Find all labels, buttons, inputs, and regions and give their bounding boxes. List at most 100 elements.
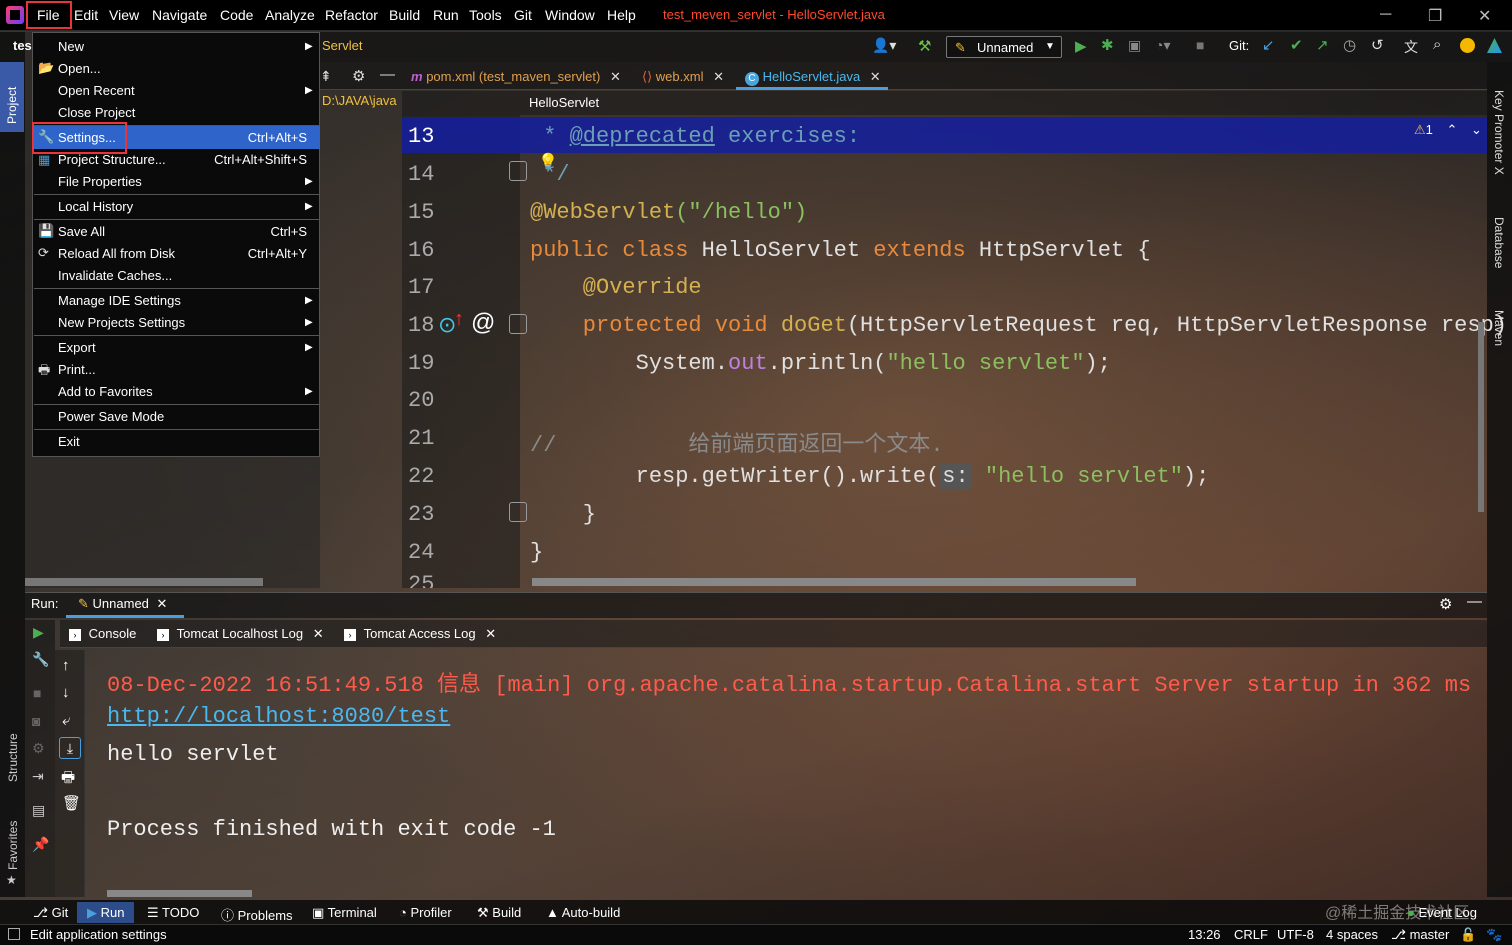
settings-icon[interactable]: ⚙	[32, 740, 45, 757]
status-line-separator[interactable]: CRLF	[1234, 927, 1268, 942]
hide-panel-icon[interactable]: —	[380, 66, 395, 83]
menu-item-save-all[interactable]: Save All	[58, 224, 105, 239]
menu-item-open[interactable]: Open...	[58, 61, 101, 76]
status-git-branch[interactable]: ⎇ master	[1391, 927, 1449, 943]
chevron-up-icon[interactable]: ⌃	[1447, 122, 1458, 137]
status-encoding[interactable]: UTF-8	[1277, 927, 1314, 942]
menu-item-exit[interactable]: Exit	[58, 434, 80, 449]
menu-tools[interactable]: Tools	[469, 7, 502, 23]
update-icon[interactable]	[1460, 38, 1475, 53]
hide-panel-icon[interactable]: —	[1467, 593, 1482, 610]
menu-navigate[interactable]: Navigate	[152, 7, 207, 23]
menu-help[interactable]: Help	[607, 7, 636, 23]
menu-refactor[interactable]: Refactor	[325, 7, 378, 23]
rerun-icon[interactable]: ▶	[33, 624, 44, 641]
console-scrollbar[interactable]	[107, 890, 252, 897]
menu-item-open-recent[interactable]: Open Recent	[58, 83, 135, 98]
trash-icon[interactable]: 🗑	[62, 794, 81, 812]
menu-item-reload[interactable]: Reload All from Disk	[58, 246, 175, 261]
profile-icon[interactable]: ◔▾	[1155, 37, 1170, 54]
menu-item-print[interactable]: Print...	[58, 362, 96, 377]
wrench-icon[interactable]: 🔧	[32, 651, 49, 668]
menu-run[interactable]: Run	[433, 7, 459, 23]
restore-button[interactable]: ❐	[1428, 6, 1442, 26]
code-line-17[interactable]: @Override	[530, 275, 702, 300]
tab-helloservlet-java[interactable]: C HelloServlet.java ✕	[745, 69, 881, 86]
code-line-13[interactable]: * @deprecated exercises:	[530, 124, 860, 149]
stop-icon[interactable]: ■	[33, 685, 41, 701]
rollback-icon[interactable]: ↺	[1371, 36, 1384, 54]
menu-item-add-to-favorites[interactable]: Add to Favorites	[58, 384, 153, 399]
scroll-up-icon[interactable]: ↑	[62, 657, 70, 674]
close-icon[interactable]: ✕	[313, 626, 324, 641]
close-icon[interactable]: ✕	[157, 596, 168, 611]
favorites-tab-label[interactable]: Favorites	[6, 821, 20, 870]
tab-tomcat-localhost-log[interactable]: › Tomcat Localhost Log ✕	[157, 626, 324, 642]
tab-tomcat-access-log[interactable]: › Tomcat Access Log ✕	[344, 626, 496, 642]
git-commit-icon[interactable]: ✔	[1290, 36, 1303, 54]
toolwindow-problems[interactable]: ⓘ Problems	[221, 905, 293, 924]
history-icon[interactable]: ◷	[1343, 36, 1356, 54]
gear-icon[interactable]: ⚙	[1439, 595, 1452, 613]
search-icon[interactable]: ⌕	[1433, 36, 1441, 53]
user-icon[interactable]: 👤▾	[872, 37, 896, 54]
debug-icon[interactable]: ✱	[1101, 36, 1114, 54]
menu-item-export[interactable]: Export	[58, 340, 96, 355]
toggle-tool-windows-icon[interactable]	[8, 928, 20, 940]
code-line-23[interactable]: }	[530, 502, 596, 527]
nav-breadcrumb[interactable]: Servlet	[322, 38, 362, 53]
layout-icon[interactable]: ▤	[32, 802, 45, 819]
stop-icon[interactable]: ■	[1196, 37, 1204, 53]
toolwindow-profiler[interactable]: ◔ Profiler	[399, 905, 452, 920]
project-scrollbar[interactable]	[25, 578, 263, 586]
menu-item-local-history[interactable]: Local History	[58, 199, 133, 214]
close-icon[interactable]: ✕	[870, 69, 881, 84]
scroll-down-icon[interactable]: ↓	[62, 684, 70, 701]
menu-analyze[interactable]: Analyze	[265, 7, 315, 23]
close-icon[interactable]: ✕	[610, 69, 621, 84]
run-config-tab[interactable]: ✎ Unnamed ✕	[78, 596, 167, 612]
editor-horizontal-scrollbar[interactable]	[532, 578, 1136, 586]
annotation-icon[interactable]: @	[471, 309, 495, 337]
fold-icon[interactable]	[509, 502, 527, 522]
menu-item-power-save-mode[interactable]: Power Save Mode	[58, 409, 164, 424]
lock-icon[interactable]: 🔓	[1460, 927, 1476, 943]
menu-item-project-structure[interactable]: Project Structure...	[58, 152, 166, 167]
code-line-22[interactable]: resp.getWriter().write(s: "hello servlet…	[530, 464, 1209, 489]
toolwindow-event-log[interactable]: ● Event Log	[1407, 905, 1477, 920]
print-icon[interactable]: 🖶	[61, 767, 75, 792]
camera-icon[interactable]: ◙	[32, 713, 40, 729]
login-icon[interactable]: ⇥	[32, 768, 44, 785]
close-icon[interactable]: ✕	[485, 626, 496, 641]
memory-indicator-icon[interactable]: 🐾	[1486, 927, 1502, 943]
close-window-button[interactable]: ✕	[1478, 6, 1491, 26]
git-push-icon[interactable]: ↗	[1316, 36, 1329, 54]
code-line-24[interactable]: }	[530, 540, 543, 565]
console-link[interactable]: http://localhost:8080/test	[107, 704, 450, 729]
toolwindow-build[interactable]: ⚒ Build	[477, 905, 521, 921]
menu-view[interactable]: View	[109, 7, 139, 23]
toolwindow-auto-build[interactable]: ▲ Auto-build	[546, 905, 620, 920]
translate-icon[interactable]: 文	[1404, 37, 1418, 57]
toolwindow-git[interactable]: ⎇ Git	[33, 905, 68, 921]
structure-tab-label[interactable]: Structure	[6, 733, 20, 782]
menu-edit[interactable]: Edit	[74, 7, 98, 23]
menu-code[interactable]: Code	[220, 7, 253, 23]
run-icon[interactable]: ▶	[1075, 37, 1087, 55]
status-indent[interactable]: 4 spaces	[1326, 927, 1378, 942]
menu-item-file-properties[interactable]: File Properties	[58, 174, 142, 189]
menu-window[interactable]: Window	[545, 7, 595, 23]
coverage-icon[interactable]: ▣	[1128, 37, 1141, 54]
gear-icon[interactable]: ⚙	[352, 67, 365, 85]
toolwindow-run[interactable]: ▶ Run	[87, 905, 124, 921]
pin-icon[interactable]: 📌	[32, 836, 49, 853]
menu-build[interactable]: Build	[389, 7, 420, 23]
code-line-18[interactable]: protected void doGet(HttpServletRequest …	[530, 313, 1507, 338]
soft-wrap-icon[interactable]: ⤶	[62, 712, 70, 729]
editor-vertical-scrollbar[interactable]	[1478, 322, 1484, 512]
tab-console[interactable]: › Console	[69, 626, 136, 641]
override-arrow-icon[interactable]: ↑	[454, 308, 464, 331]
build-hammer-icon[interactable]: ⚒	[918, 37, 931, 55]
toolwindow-terminal[interactable]: ▣ Terminal	[312, 905, 377, 921]
menu-item-close-project[interactable]: Close Project	[58, 105, 135, 120]
